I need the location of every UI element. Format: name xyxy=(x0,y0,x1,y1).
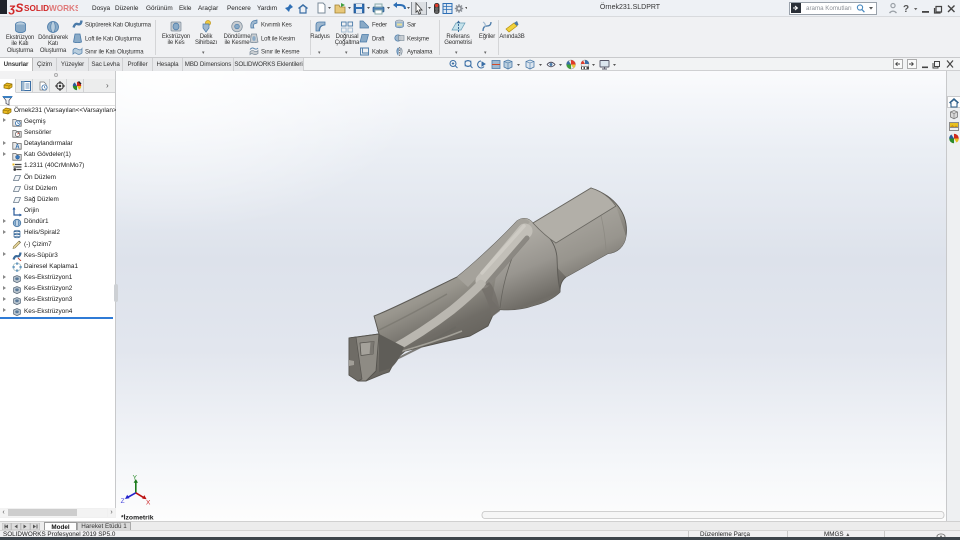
svg-text:?: ? xyxy=(903,4,909,15)
svg-text:SOLIDWORKS: SOLIDWORKS xyxy=(24,4,78,13)
svg-text:Y: Y xyxy=(133,475,138,482)
svg-text:X: X xyxy=(146,500,151,507)
svg-text:Z: Z xyxy=(121,498,125,505)
svg-text:ʒS: ʒS xyxy=(8,1,23,15)
